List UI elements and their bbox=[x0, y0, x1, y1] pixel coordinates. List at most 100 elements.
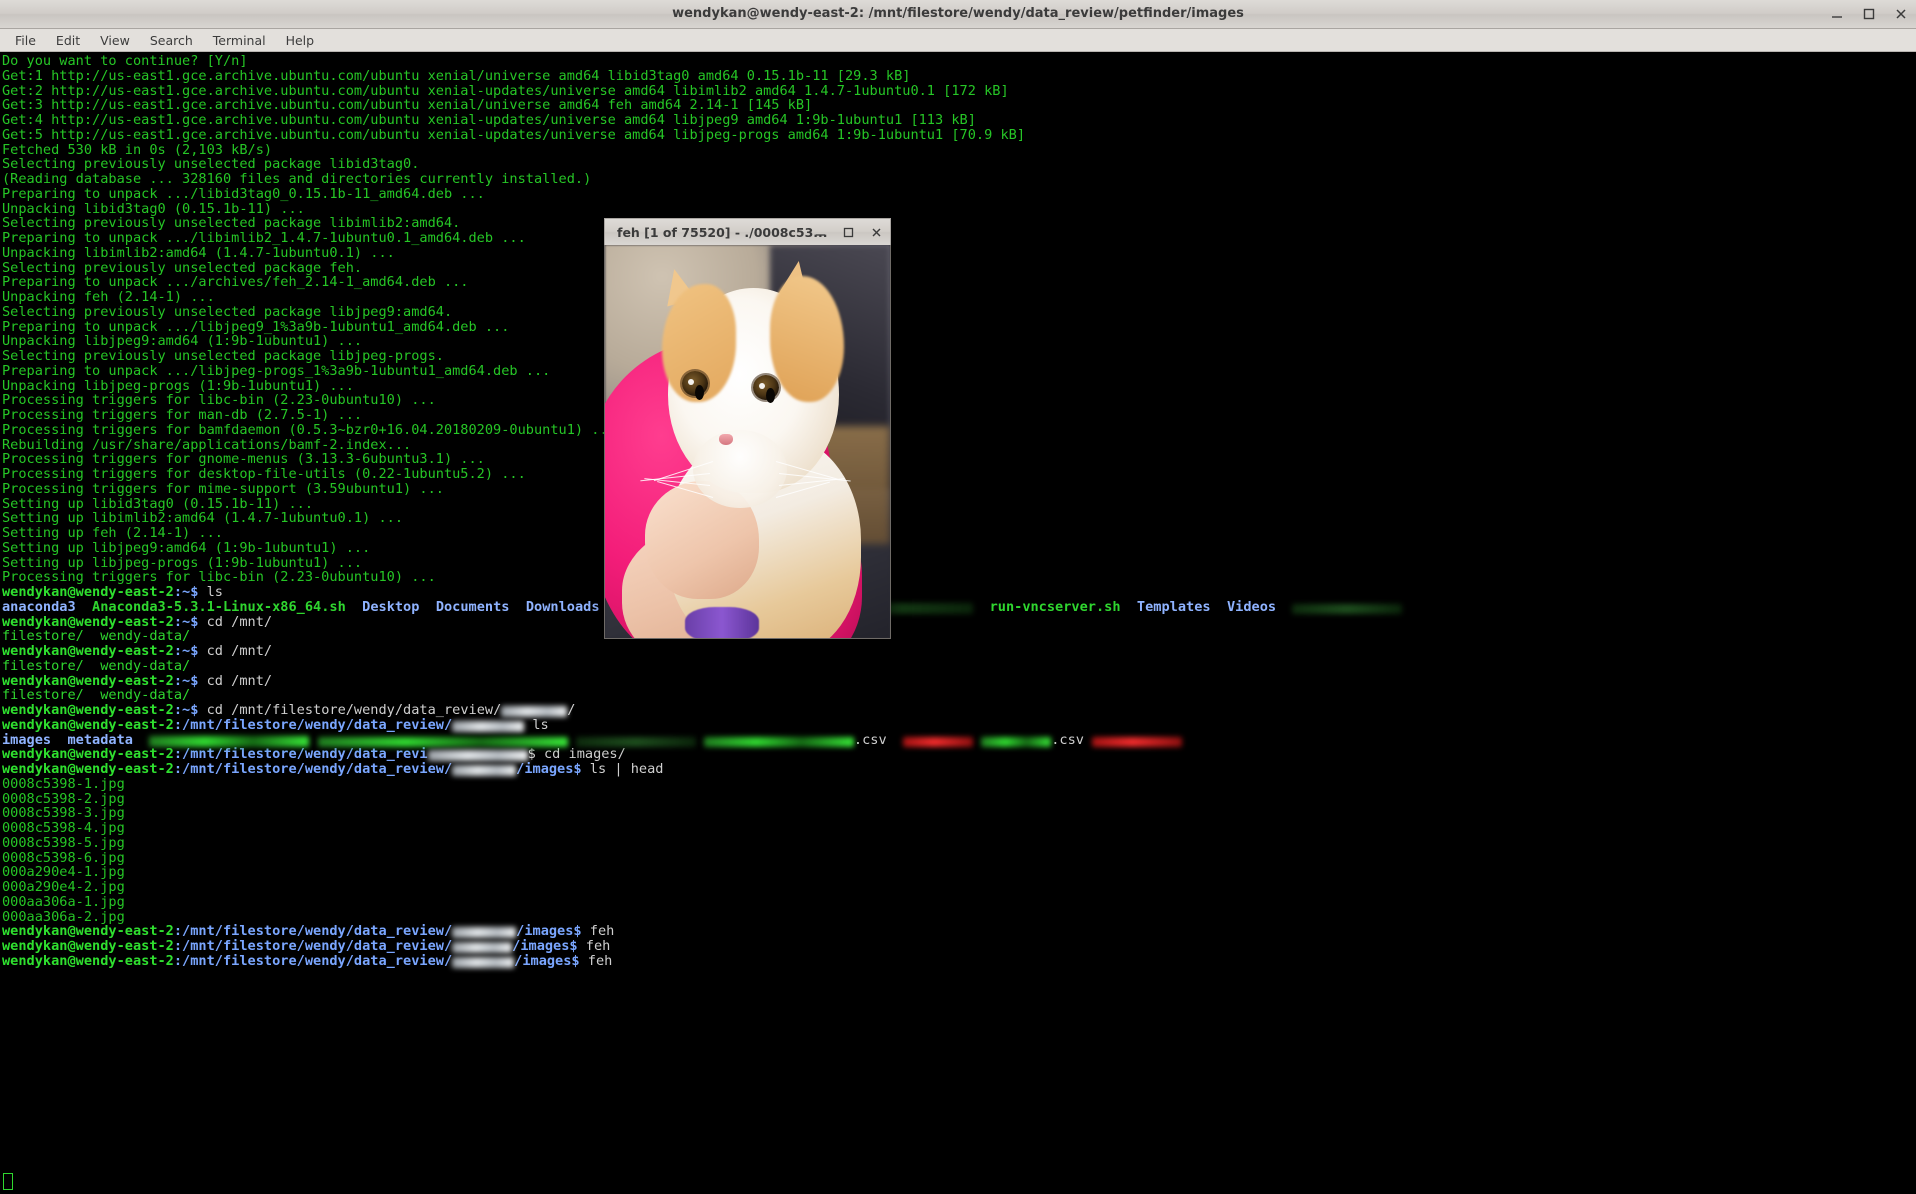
log-line: Preparing to unpack .../libjpeg-progs_1%… bbox=[2, 362, 551, 379]
redacted-directory-name bbox=[427, 750, 528, 762]
log-line: Processing triggers for man-db (2.7.5-1)… bbox=[2, 407, 363, 423]
prompt-path-suffix: /images$ bbox=[516, 761, 582, 777]
ls-entry-images: images bbox=[2, 731, 52, 748]
prompt-command: cd /mnt/ bbox=[198, 672, 273, 689]
jpg-file-entry: 0008c5398-1.jpg bbox=[2, 775, 125, 792]
redacted-csv-name bbox=[317, 736, 568, 747]
ls-entry-documents: Documents bbox=[435, 598, 510, 615]
shell-prompt-line: wendykan@wendy-east-2:~$ cd /mnt/ bbox=[2, 644, 1916, 659]
log-line: Preparing to unpack .../libjpeg9_1%3a9b-… bbox=[2, 318, 510, 335]
menu-help[interactable]: Help bbox=[277, 31, 324, 50]
shell-prompt-line: wendykan@wendy-east-2:/mnt/filestore/wen… bbox=[2, 762, 1916, 777]
prompt-user: wendykan@wendy-east-2 bbox=[2, 923, 174, 940]
log-line: Unpacking libjpeg9:amd64 (1:9b-1ubuntu1)… bbox=[2, 333, 363, 350]
prompt-path: :~$ bbox=[173, 613, 199, 630]
log-line: Selecting previously unselected package … bbox=[2, 303, 453, 320]
shell-prompt-line: wendykan@wendy-east-2:/mnt/filestore/wen… bbox=[2, 952, 1916, 969]
window-title: wendykan@wendy-east-2: /mnt/filestore/we… bbox=[672, 6, 1244, 21]
jpg-file-list: 0008c5398-1.jpg 0008c5398-2.jpg 0008c5398-… bbox=[2, 775, 1916, 925]
ls-entry-templates: Templates bbox=[1136, 598, 1211, 615]
maximize-icon[interactable] bbox=[842, 226, 856, 240]
cat-photo bbox=[605, 245, 890, 638]
log-line: Rebuilding /usr/share/applications/bamf-… bbox=[2, 436, 412, 453]
menu-search[interactable]: Search bbox=[141, 31, 202, 50]
jpg-file-entry: 000aa306a-1.jpg bbox=[2, 893, 125, 910]
log-line: Processing triggers for gnome-menus (3.1… bbox=[2, 451, 485, 468]
prompt-user: wendykan@wendy-east-2 bbox=[2, 643, 174, 659]
menu-file[interactable]: File bbox=[6, 31, 45, 50]
prompt-path-suffix: /images$ bbox=[512, 938, 578, 954]
prompt-user: wendykan@wendy-east-2 bbox=[2, 761, 174, 777]
feh-image-viewer-window[interactable]: feh [1 of 75520] - ./0008c53... bbox=[604, 218, 891, 639]
log-line: Selecting previously unselected package … bbox=[2, 156, 420, 173]
ls-mnt-output: filestore/ wendy-data/ bbox=[2, 628, 191, 645]
log-line: Preparing to unpack .../libimlib2_1.4.7-… bbox=[2, 230, 526, 246]
prompt-command: feh bbox=[579, 952, 613, 969]
shell-prompt-line: wendykan@wendy-east-2:/mnt/filestore/wen… bbox=[2, 716, 1916, 733]
window-controls bbox=[1830, 0, 1908, 28]
prompt-command: ls bbox=[524, 716, 549, 733]
minimize-icon[interactable] bbox=[1830, 7, 1844, 21]
log-line: Unpacking libimlib2:amd64 (1.4.7-1ubuntu… bbox=[2, 244, 395, 261]
log-line: Get:4 http://us-east1.gce.archive.ubuntu… bbox=[2, 112, 976, 128]
prompt-path: :~$ bbox=[173, 643, 199, 659]
ls-entry-anaconda3: anaconda3 bbox=[2, 598, 76, 615]
prompt-command: ls | head bbox=[581, 761, 664, 777]
log-line: Setting up libjpeg9:amd64 (1:9b-1ubuntu1… bbox=[2, 539, 371, 556]
prompt-command: feh bbox=[577, 938, 611, 954]
prompt-user: wendykan@wendy-east-2 bbox=[2, 584, 174, 600]
jpg-file-entry: 0008c5398-2.jpg bbox=[2, 790, 125, 807]
log-line: Selecting previously unselected package … bbox=[2, 215, 461, 232]
jpg-file-entry: 0008c5398-3.jpg bbox=[2, 805, 125, 822]
prompt-path: :/mnt/filestore/wendy/data_review/ bbox=[173, 923, 453, 940]
feh-titlebar: feh [1 of 75520] - ./0008c53... bbox=[604, 218, 891, 245]
prompt-user: wendykan@wendy-east-2 bbox=[2, 716, 174, 733]
log-line: Get:1 http://us-east1.gce.archive.ubuntu… bbox=[2, 67, 911, 84]
redacted-csv-name bbox=[1092, 736, 1183, 747]
ls-entry-desktop: Desktop bbox=[362, 598, 420, 615]
prompt-user: wendykan@wendy-east-2 bbox=[2, 938, 174, 954]
prompt-path: :/mnt/filestore/wendy/data_review/ bbox=[173, 952, 453, 969]
log-line: Get:2 http://us-east1.gce.archive.ubuntu… bbox=[2, 82, 1009, 99]
ls-entry-downloads: Downloads bbox=[525, 598, 600, 615]
log-line: Processing triggers for libc-bin (2.23-0… bbox=[2, 392, 436, 409]
log-line: Preparing to unpack .../libid3tag0_0.15.… bbox=[2, 185, 485, 202]
close-icon[interactable] bbox=[1894, 7, 1908, 21]
redacted-csv-name bbox=[981, 736, 1052, 747]
prompt-user: wendykan@wendy-east-2 bbox=[2, 702, 174, 718]
redacted-csv-name bbox=[149, 735, 310, 747]
prompt-path: :~$ bbox=[173, 702, 199, 718]
jpg-file-entry: 000aa306a-2.jpg bbox=[2, 908, 125, 925]
log-line: Setting up libid3tag0 (0.15.1b-11) ... bbox=[2, 495, 313, 512]
prompt-command: cd /mnt/ bbox=[198, 613, 273, 630]
prompt-path: :/mnt/filestore/wendy/data_revi bbox=[173, 746, 428, 763]
close-icon[interactable] bbox=[870, 226, 884, 240]
shell-prompt-line: wendykan@wendy-east-2:~$ cd /mnt/ bbox=[2, 613, 1916, 630]
shell-prompt-line: wendykan@wendy-east-2:/mnt/filestore/wen… bbox=[2, 747, 1916, 762]
jpg-file-entry: 000a290e4-2.jpg bbox=[2, 879, 125, 895]
log-line: Processing triggers for libc-bin (2.23-0… bbox=[2, 569, 436, 586]
menu-edit[interactable]: Edit bbox=[47, 31, 89, 50]
redacted-directory-name bbox=[452, 765, 517, 776]
maximize-icon[interactable] bbox=[1862, 7, 1876, 21]
minimize-icon[interactable] bbox=[814, 226, 828, 240]
prompt-path-suffix: /images$ bbox=[514, 952, 580, 969]
feh-window-title: feh [1 of 75520] - ./0008c53... bbox=[617, 225, 828, 240]
log-line: Setting up libjpeg-progs (1:9b-1ubuntu1)… bbox=[2, 554, 363, 571]
ls-entry-anaconda-sh: Anaconda3-5.3.1-Linux-x86_64.sh bbox=[92, 598, 346, 615]
jpg-file-entry: 0008c5398-5.jpg bbox=[2, 834, 125, 851]
terminal-output[interactable]: Do you want to continue? [Y/n] Get:1 http… bbox=[0, 52, 1916, 1194]
prompt-path: :/mnt/filestore/wendy/data_review/ bbox=[173, 938, 453, 954]
feh-image-canvas[interactable] bbox=[604, 245, 891, 639]
prompt-user: wendykan@wendy-east-2 bbox=[2, 613, 174, 630]
log-line: Processing triggers for mime-support (3.… bbox=[2, 480, 444, 497]
shell-prompt-line: wendykan@wendy-east-2:~$ ls bbox=[2, 585, 1916, 600]
log-line: Fetched 530 kB in 0s (2,103 kB/s) bbox=[2, 141, 273, 158]
ls-mnt-output: filestore/ wendy-data/ bbox=[2, 657, 191, 674]
prompt-command: ls bbox=[198, 584, 223, 600]
menu-terminal[interactable]: Terminal bbox=[204, 31, 275, 50]
feh-window-controls bbox=[814, 219, 884, 246]
redacted-ls-entry-tail bbox=[1292, 603, 1403, 614]
log-line: Preparing to unpack .../archives/feh_2.1… bbox=[2, 274, 469, 291]
menu-view[interactable]: View bbox=[91, 31, 139, 50]
